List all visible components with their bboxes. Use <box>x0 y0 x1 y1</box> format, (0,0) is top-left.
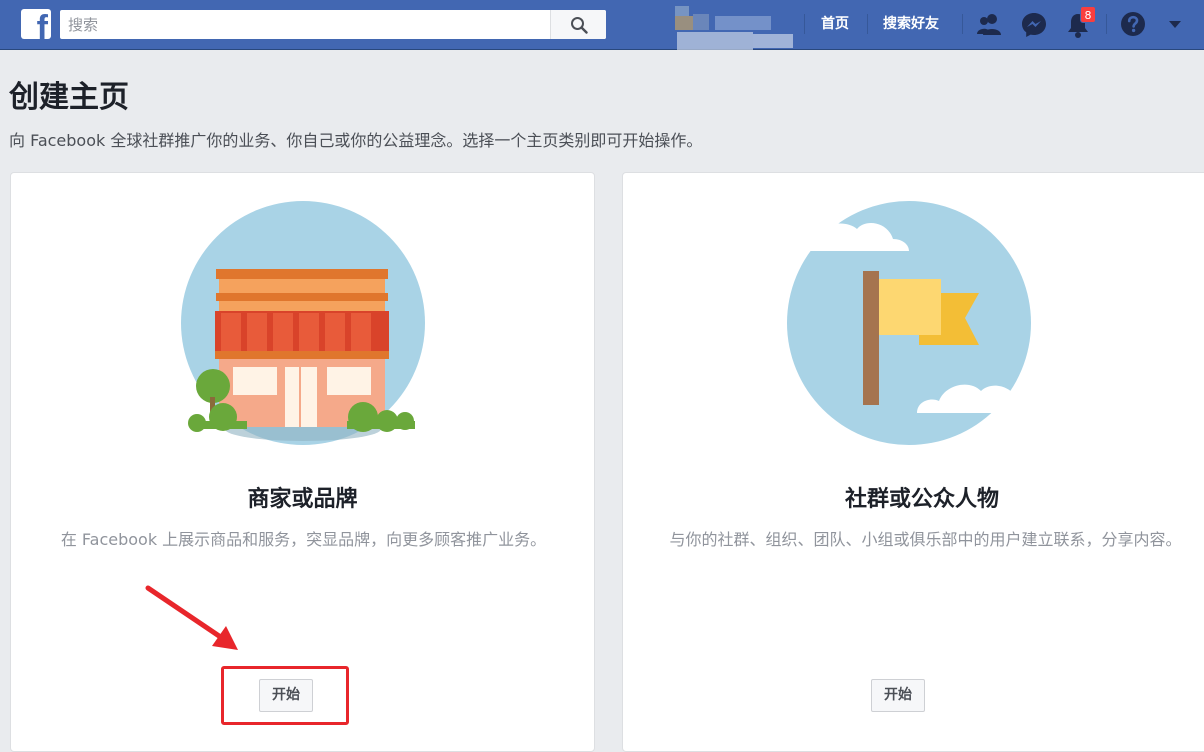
help-icon[interactable] <box>1120 11 1146 37</box>
storefront-icon <box>181 201 425 445</box>
nav-home-link[interactable]: 首页 <box>821 15 849 33</box>
page-title: 创建主页 <box>9 80 129 115</box>
page-subtitle: 向 Facebook 全球社群推广你的业务、你自己或你的公益理念。选择一个主页类… <box>9 131 703 150</box>
community-card-title: 社群或公众人物 <box>844 487 999 512</box>
account-menu-caret-icon[interactable] <box>1168 20 1182 30</box>
flag-icon <box>787 201 1041 445</box>
profile-avatar-blurred[interactable] <box>657 2 797 56</box>
nav-divider <box>962 14 963 34</box>
nav-divider <box>804 14 805 34</box>
messenger-icon[interactable] <box>1020 11 1048 39</box>
nav-divider <box>1106 14 1107 34</box>
annotation-arrow-icon <box>145 585 238 650</box>
search-box <box>60 10 606 39</box>
business-card-title: 商家或品牌 <box>247 487 358 512</box>
annotation-highlight-box <box>221 666 349 725</box>
top-navigation-bar: f 首页 搜索好友 8 <box>0 0 1204 50</box>
business-brand-card[interactable]: 商家或品牌 在 Facebook 上展示商品和服务，突显品牌，向更多顾客推广业务… <box>10 172 595 752</box>
facebook-logo-icon[interactable]: f <box>21 9 51 39</box>
nav-find-friends-link[interactable]: 搜索好友 <box>883 15 939 33</box>
community-public-figure-card[interactable]: 社群或公众人物 与你的社群、组织、团队、小组或俱乐部中的用户建立联系，分享内容。… <box>622 172 1204 752</box>
notification-count-badge: 8 <box>1080 6 1096 23</box>
nav-divider <box>867 14 868 34</box>
search-button[interactable] <box>550 10 606 39</box>
search-input[interactable] <box>60 10 550 39</box>
community-start-button[interactable]: 开始 <box>871 679 925 712</box>
community-card-description: 与你的社群、组织、团队、小组或俱乐部中的用户建立联系，分享内容。 <box>669 530 1182 549</box>
search-icon <box>571 17 588 34</box>
business-card-description: 在 Facebook 上展示商品和服务，突显品牌，向更多顾客推广业务。 <box>60 530 547 549</box>
friend-requests-icon[interactable] <box>976 11 1004 37</box>
